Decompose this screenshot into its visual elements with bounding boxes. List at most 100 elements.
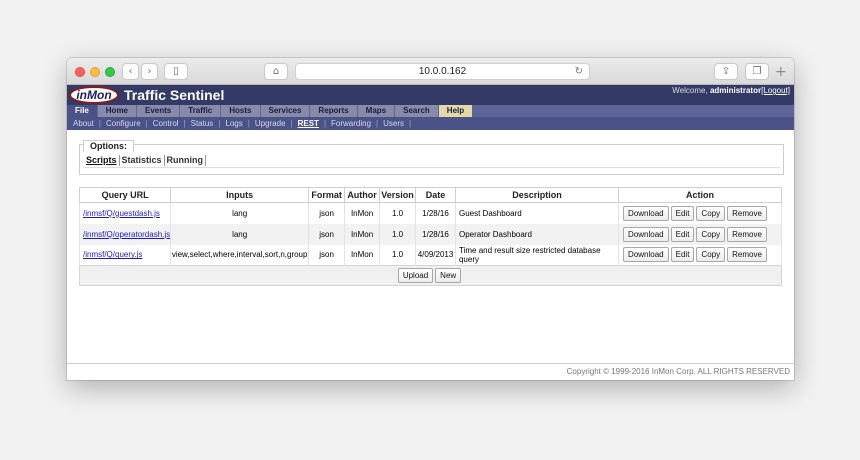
forward-button[interactable]: › bbox=[141, 63, 158, 80]
home-button[interactable]: ⌂ bbox=[264, 63, 288, 80]
tab-scripts[interactable]: Scripts bbox=[84, 155, 120, 166]
minimize-window-button[interactable] bbox=[90, 67, 100, 77]
header-date: Date bbox=[415, 187, 456, 203]
tabs-button[interactable]: ❐ bbox=[745, 63, 769, 80]
nav-separator: | bbox=[183, 119, 186, 128]
close-window-button[interactable] bbox=[75, 67, 85, 77]
subnav-control[interactable]: Control bbox=[153, 119, 179, 128]
sidebar-button[interactable]: ▯ bbox=[164, 63, 188, 80]
page-footer: Copyright © 1999-2016 InMon Corp. ALL RI… bbox=[67, 363, 794, 380]
edit-button[interactable]: Edit bbox=[670, 247, 695, 263]
main-nav: File Home Events Traffic Hosts Services … bbox=[67, 105, 794, 117]
table-row: /inmsf/Q/operatordash.js lang json InMon… bbox=[78, 223, 782, 245]
cell-inputs: lang bbox=[170, 202, 310, 224]
chevron-right-icon: › bbox=[147, 66, 152, 77]
subnav-status[interactable]: Status bbox=[191, 119, 214, 128]
download-button[interactable]: Download bbox=[623, 226, 669, 242]
browser-window: ‹ › ▯ ⌂ 10.0.0.162 ↻ ⇪ ❐ + inMon Traffic… bbox=[67, 58, 794, 380]
user-name: administrator bbox=[709, 86, 762, 95]
nav-reports[interactable]: Reports bbox=[310, 105, 357, 117]
copy-button[interactable]: Copy bbox=[696, 205, 726, 221]
cell-inputs: view,select,where,interval,sort,n,group bbox=[170, 244, 310, 266]
upload-button[interactable]: Upload bbox=[397, 268, 434, 283]
new-button[interactable]: New bbox=[435, 268, 462, 283]
home-icon: ⌂ bbox=[272, 66, 280, 77]
subnav-configure[interactable]: Configure bbox=[106, 119, 141, 128]
sidebar-icon: ▯ bbox=[173, 66, 179, 77]
edit-button[interactable]: Edit bbox=[670, 205, 695, 221]
cell-date: 4/09/2013 bbox=[415, 244, 456, 266]
nav-home[interactable]: Home bbox=[97, 105, 137, 117]
download-button[interactable]: Download bbox=[623, 205, 669, 221]
tabs-icon: ❐ bbox=[752, 66, 762, 77]
header-action: Action bbox=[618, 187, 782, 203]
cell-inputs: lang bbox=[170, 223, 310, 245]
scripts-table: Query URL Inputs Format Author Version D… bbox=[78, 187, 782, 286]
edit-button[interactable]: Edit bbox=[670, 226, 695, 242]
nav-separator: | bbox=[247, 119, 250, 128]
nav-separator: | bbox=[145, 119, 148, 128]
subnav-logs[interactable]: Logs bbox=[225, 119, 242, 128]
remove-button[interactable]: Remove bbox=[727, 226, 767, 242]
nav-search[interactable]: Search bbox=[395, 105, 438, 117]
address-bar[interactable]: 10.0.0.162 ↻ bbox=[295, 63, 590, 80]
address-text: 10.0.0.162 bbox=[418, 66, 467, 77]
nav-separator: | bbox=[290, 119, 293, 128]
nav-traffic[interactable]: Traffic bbox=[180, 105, 221, 117]
nav-separator: | bbox=[409, 119, 412, 128]
plus-icon[interactable]: + bbox=[775, 65, 787, 79]
table-footer-row: Upload New bbox=[79, 265, 782, 286]
subnav-upgrade[interactable]: Upgrade bbox=[255, 119, 286, 128]
chevron-left-icon: ‹ bbox=[128, 66, 133, 77]
nav-file[interactable]: File bbox=[67, 105, 97, 117]
nav-services[interactable]: Services bbox=[260, 105, 310, 117]
cell-description: Time and result size restricted database… bbox=[454, 244, 620, 266]
share-button[interactable]: ⇪ bbox=[714, 63, 738, 80]
sub-nav: About | Configure | Control | Status | Logs |… bbox=[67, 117, 794, 130]
nav-events[interactable]: Events bbox=[137, 105, 180, 117]
nav-help[interactable]: Help bbox=[438, 105, 473, 117]
header-inputs: Inputs bbox=[170, 187, 310, 203]
query-url-link[interactable]: /inmsf/Q/guestdash.js bbox=[83, 209, 160, 218]
tab-running[interactable]: Running bbox=[165, 155, 207, 166]
cell-actions: Download Edit Copy Remove bbox=[618, 244, 782, 266]
header-version: Version bbox=[379, 187, 417, 203]
cell-description: Operator Dashboard bbox=[454, 223, 620, 245]
cell-author: InMon bbox=[344, 244, 381, 266]
options-divider bbox=[83, 167, 780, 168]
options-tabs: Scripts Statistics Running bbox=[84, 155, 207, 166]
copy-button[interactable]: Copy bbox=[696, 226, 726, 242]
copy-button[interactable]: Copy bbox=[696, 247, 726, 263]
inmon-logo: inMon bbox=[69, 86, 119, 104]
nav-separator: | bbox=[376, 119, 379, 128]
table-row: /inmsf/Q/guestdash.js lang json InMon 1.… bbox=[78, 202, 782, 224]
nav-maps[interactable]: Maps bbox=[357, 105, 395, 117]
subnav-rest[interactable]: REST bbox=[298, 119, 319, 128]
reload-icon[interactable]: ↻ bbox=[575, 64, 583, 79]
cell-version: 1.0 bbox=[379, 244, 417, 266]
back-button[interactable]: ‹ bbox=[122, 63, 139, 80]
nav-separator: | bbox=[323, 119, 327, 128]
cell-author: InMon bbox=[344, 223, 381, 245]
subnav-forwarding[interactable]: Forwarding bbox=[331, 119, 371, 128]
query-url-link[interactable]: /inmsf/Q/query.js bbox=[83, 250, 142, 259]
nav-hosts[interactable]: Hosts bbox=[221, 105, 260, 117]
remove-button[interactable]: Remove bbox=[727, 205, 767, 221]
cell-format: json bbox=[308, 223, 346, 245]
cell-author: InMon bbox=[344, 202, 381, 224]
zoom-window-button[interactable] bbox=[105, 67, 115, 77]
subnav-users[interactable]: Users bbox=[383, 119, 404, 128]
copyright-text: Copyright © 1999-2016 InMon Corp. ALL RI… bbox=[566, 367, 790, 376]
logout-link[interactable]: [Logout] bbox=[761, 86, 790, 95]
table-header-row: Query URL Inputs Format Author Version D… bbox=[78, 187, 782, 203]
options-panel: Options: Scripts Statistics Running bbox=[79, 140, 784, 175]
cell-date: 1/28/16 bbox=[415, 202, 456, 224]
remove-button[interactable]: Remove bbox=[727, 247, 767, 263]
nav-separator: | bbox=[218, 119, 221, 128]
header-query-url: Query URL bbox=[78, 187, 172, 203]
subnav-about[interactable]: About bbox=[73, 119, 94, 128]
cell-format: json bbox=[308, 244, 346, 266]
query-url-link[interactable]: /inmsf/Q/operatordash.js bbox=[83, 230, 170, 239]
tab-statistics[interactable]: Statistics bbox=[120, 155, 165, 166]
download-button[interactable]: Download bbox=[623, 247, 669, 263]
